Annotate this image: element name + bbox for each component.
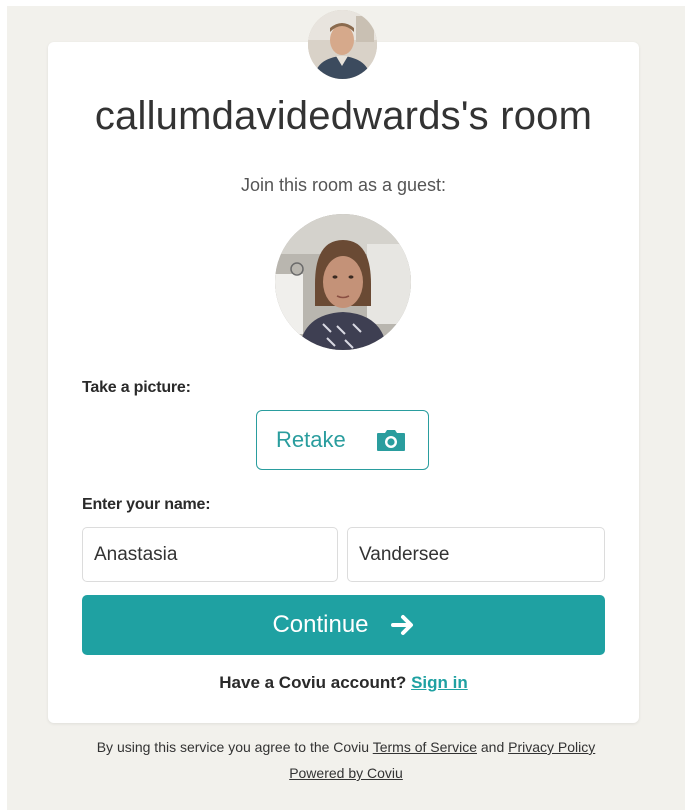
account-line: Have a Coviu account? Sign in xyxy=(48,673,639,693)
guest-photo xyxy=(275,214,411,350)
terms-footer: By using this service you agree to the C… xyxy=(7,739,685,755)
first-name-input[interactable] xyxy=(82,527,338,582)
privacy-policy-link[interactable]: Privacy Policy xyxy=(508,739,595,755)
host-avatar xyxy=(308,10,377,79)
terms-and-text: and xyxy=(480,739,505,755)
camera-icon xyxy=(376,428,406,452)
sign-in-link[interactable]: Sign in xyxy=(411,673,468,692)
powered-footer: Powered by Coviu xyxy=(7,765,685,781)
room-title: callumdavidedwards's room xyxy=(94,94,593,138)
powered-by-coviu-link[interactable]: Powered by Coviu xyxy=(289,765,403,781)
retake-button-label: Retake xyxy=(276,427,346,452)
take-picture-label: Take a picture: xyxy=(82,379,191,396)
last-name-input[interactable] xyxy=(347,527,605,582)
guest-photo-image xyxy=(275,214,411,350)
enter-name-label: Enter your name: xyxy=(82,496,211,513)
arrow-right-icon xyxy=(390,614,415,636)
host-avatar-image xyxy=(308,10,377,79)
terms-agree-text: By using this service you agree to the C… xyxy=(96,739,370,755)
account-prompt: Have a Coviu account? xyxy=(219,673,407,692)
guest-prompt: Join this room as a guest: xyxy=(240,175,447,195)
continue-button[interactable]: Continue xyxy=(82,595,605,655)
continue-button-label: Continue xyxy=(272,611,369,638)
terms-of-service-link[interactable]: Terms of Service xyxy=(373,739,477,755)
retake-button[interactable]: Retake xyxy=(256,410,429,470)
